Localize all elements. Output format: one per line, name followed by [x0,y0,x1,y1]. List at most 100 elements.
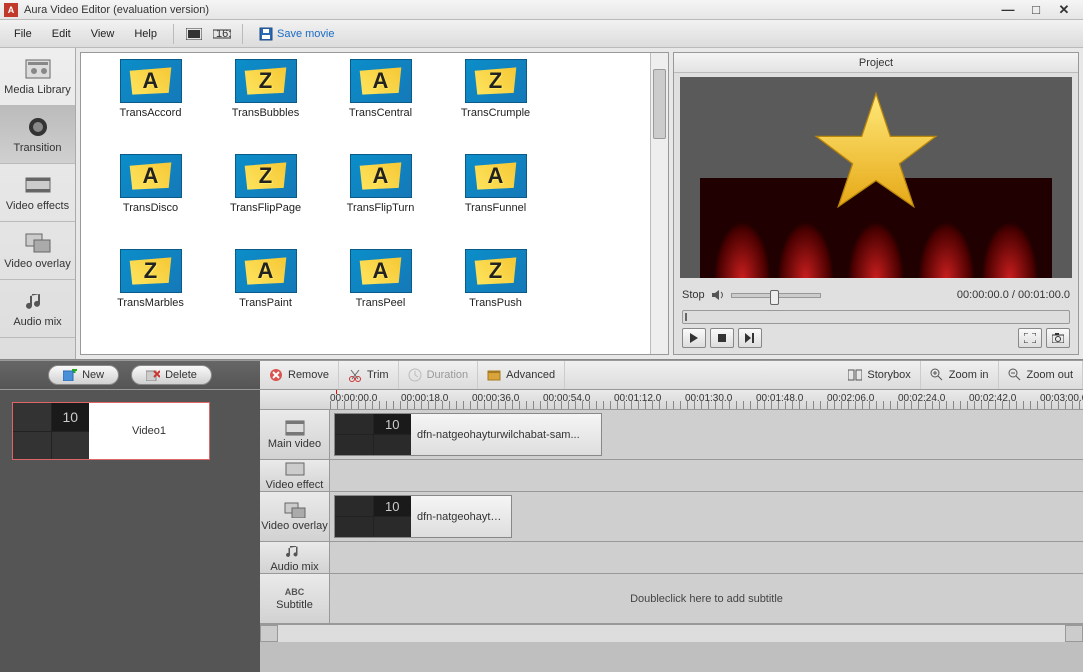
transition-item-transmarbles[interactable]: Z TransMarbles [93,249,208,344]
zoom-out-icon [1008,368,1022,382]
menu-edit[interactable]: Edit [42,24,81,44]
maximize-button[interactable]: □ [1029,3,1043,17]
timeline-toolbar: New Delete Remove Trim Duration Advanced… [0,360,1083,390]
menu-view[interactable]: View [81,24,125,44]
save-movie-link[interactable]: Save movie [259,27,334,41]
new-icon [63,369,77,381]
duration-button: Duration [399,361,479,389]
transition-item-transflipturn[interactable]: ATransFlipTurn [323,154,438,249]
close-button[interactable]: ✕ [1057,3,1071,17]
new-button[interactable]: New [48,365,119,385]
transition-item-transaccord[interactable]: ATransAccord [93,59,208,154]
sidebar-tab-video-overlay[interactable]: Video overlay [0,222,75,280]
overlay-clip[interactable]: 10 dfn-natgeohayturw... [334,495,512,538]
scroll-left-arrow[interactable] [260,625,278,642]
zoom-in-button[interactable]: Zoom in [921,361,999,389]
transition-item-transfunnel[interactable]: A TransFunnel [438,154,553,249]
transition-item-transbubbles[interactable]: ZTransBubbles [208,59,323,154]
transition-name: TransDisco [123,202,178,214]
transition-gallery: ATransAccordZTransBubblesATransCentralZT… [80,52,669,355]
video-effects-icon [24,174,52,196]
transition-item-transflippage[interactable]: ZTransFlipPage [208,154,323,249]
menu-bar: File Edit View Help 16:9 Save movie [0,20,1083,48]
sidebar-tab-transition[interactable]: Transition [0,106,75,164]
transition-thumb: A [465,154,527,198]
time-display: 00:00:00.0 / 00:01:00.0 [957,289,1070,301]
minimize-button[interactable]: — [1001,3,1015,17]
seek-bar[interactable] [682,310,1070,324]
volume-icon[interactable] [711,289,725,301]
main-video-clip[interactable]: 10 dfn-natgeohayturwilchabat-sam... [334,413,602,456]
timeline-horizontal-scrollbar[interactable] [260,624,1083,642]
sidebar-tab-video-effects[interactable]: Video effects [0,164,75,222]
transition-thumb: Z [465,249,527,293]
transition-thumb: A [120,154,182,198]
save-icon [259,27,273,41]
timeline-ruler[interactable]: 00:00:00.000:00:18.000:00:36.000:00:54.0… [260,390,1083,410]
menu-file[interactable]: File [4,24,42,44]
transition-name: TransFlipPage [230,202,301,214]
aspect-16-9-icon[interactable]: 16:9 [211,23,233,45]
ruler-tick: 00:00:18.0 [401,393,448,404]
gallery-scrollbar[interactable] [650,53,668,354]
fullscreen-button[interactable] [1018,328,1042,348]
remove-button[interactable]: Remove [260,361,339,389]
storybox-icon [848,369,862,381]
snapshot-button[interactable] [1046,328,1070,348]
zoom-out-button[interactable]: Zoom out [999,361,1083,389]
transition-item-transpaint[interactable]: ATransPaint [208,249,323,344]
transition-name: TransMarbles [117,297,184,309]
track-audio-mix: Audio mix [260,542,1083,574]
transition-thumb: Z [120,249,182,293]
transition-item-transcrumple[interactable]: ZTransCrumple [438,59,553,154]
aspect-4-3-icon[interactable] [183,23,205,45]
storybox-button[interactable]: Storybox [839,361,920,389]
advanced-button[interactable]: Advanced [478,361,565,389]
clip-item[interactable]: 10 Video1 [12,402,210,460]
play-button[interactable] [682,328,706,348]
ruler-tick: 00:01:12.0 [614,393,661,404]
volume-slider[interactable] [731,293,821,298]
timeline: 00:00:00.000:00:18.000:00:36.000:00:54.0… [260,390,1083,672]
overlay-icon [284,502,306,518]
preview-title: Project [674,53,1078,73]
transition-name: TransFlipTurn [347,202,415,214]
title-bar: A Aura Video Editor (evaluation version)… [0,0,1083,20]
sidebar-tab-media-library[interactable]: Media Library [0,48,75,106]
transition-name: TransPush [469,297,522,309]
trim-button[interactable]: Trim [339,361,399,389]
preview-canvas[interactable] [680,77,1072,278]
ruler-tick: 00:01:30.0 [685,393,732,404]
audio-mix-icon [24,290,52,312]
transition-icon [24,116,52,138]
app-icon: A [4,3,18,17]
transition-name: TransAccord [120,107,182,119]
delete-button[interactable]: Delete [131,365,212,385]
transition-item-transpush[interactable]: Z TransPush [438,249,553,344]
film-icon [284,420,306,436]
ruler-tick: 00:02:42.0 [969,393,1016,404]
effect-icon [284,461,306,477]
transition-thumb: Z [235,59,297,103]
transition-item-transdisco[interactable]: A TransDisco [93,154,208,249]
scroll-right-arrow[interactable] [1065,625,1083,642]
menu-help[interactable]: Help [124,24,167,44]
ruler-tick: 00:00:36.0 [472,393,519,404]
delete-icon [146,369,160,381]
trim-icon [348,368,362,382]
transition-name: TransPeel [356,297,406,309]
sidebar-tab-audio-mix[interactable]: Audio mix [0,280,75,338]
transition-item-transcentral[interactable]: ATransCentral [323,59,438,154]
next-button[interactable] [738,328,762,348]
preview-panel: Project Stop 00:00:00.0 / 00:01:00.0 [673,52,1079,355]
zoom-in-icon [930,368,944,382]
clip-bin: 10 Video1 [0,390,260,672]
advanced-icon [487,368,501,382]
transition-item-transpeel[interactable]: ATransPeel [323,249,438,344]
clip-label: Video1 [89,425,209,437]
transition-name: TransCrumple [461,107,530,119]
track-video-overlay: Video overlay 10 dfn-natgeohayturw... [260,492,1083,542]
clip-thumbnail: 10 [13,403,89,459]
stop-button[interactable] [710,328,734,348]
transition-name: TransFunnel [465,202,526,214]
